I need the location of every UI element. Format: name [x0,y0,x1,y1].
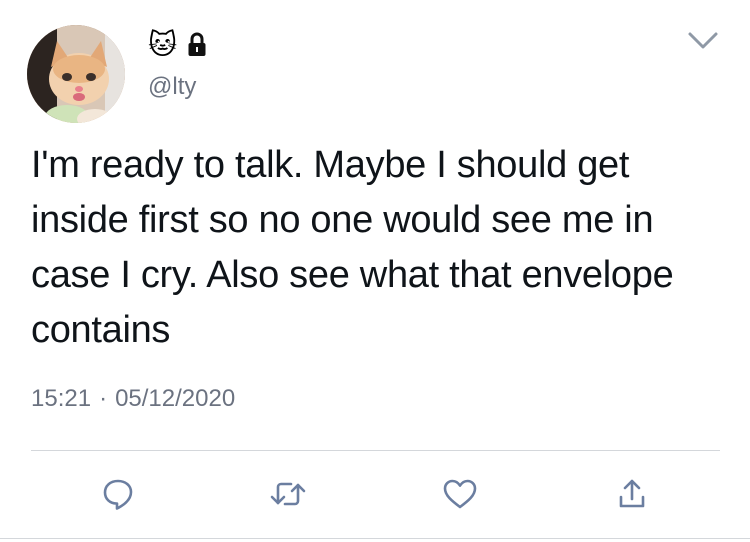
tweet-date: 05/12/2020 [115,385,236,412]
share-icon [619,479,645,508]
retweet-icon [270,482,306,506]
display-name-row: 🐱 [148,28,207,62]
more-options-button[interactable] [686,28,720,52]
avatar[interactable] [27,25,125,123]
tweet-time: 15:21 [31,385,92,412]
reply-button[interactable] [98,474,138,514]
display-name[interactable]: 🐱 [148,28,177,62]
tweet-timestamp[interactable]: 15:21 · 05/12/2020 [31,383,235,415]
lock-icon [188,32,206,56]
retweet-button[interactable] [268,474,308,514]
share-button[interactable] [612,474,652,514]
bottom-divider [0,538,750,539]
tweet-text: I'm ready to talk. Maybe I should get in… [31,144,674,351]
divider [31,450,720,451]
heart-icon [443,479,477,509]
chevron-down-icon [688,32,718,49]
crying-cat-avatar-icon [27,25,125,123]
meta-separator: · [99,385,108,412]
like-button[interactable] [440,474,480,514]
reply-icon [103,479,133,510]
user-handle[interactable]: @lty [148,72,196,102]
tweet-card: 🐱 @lty I'm ready to talk. Maybe I should… [0,0,750,542]
